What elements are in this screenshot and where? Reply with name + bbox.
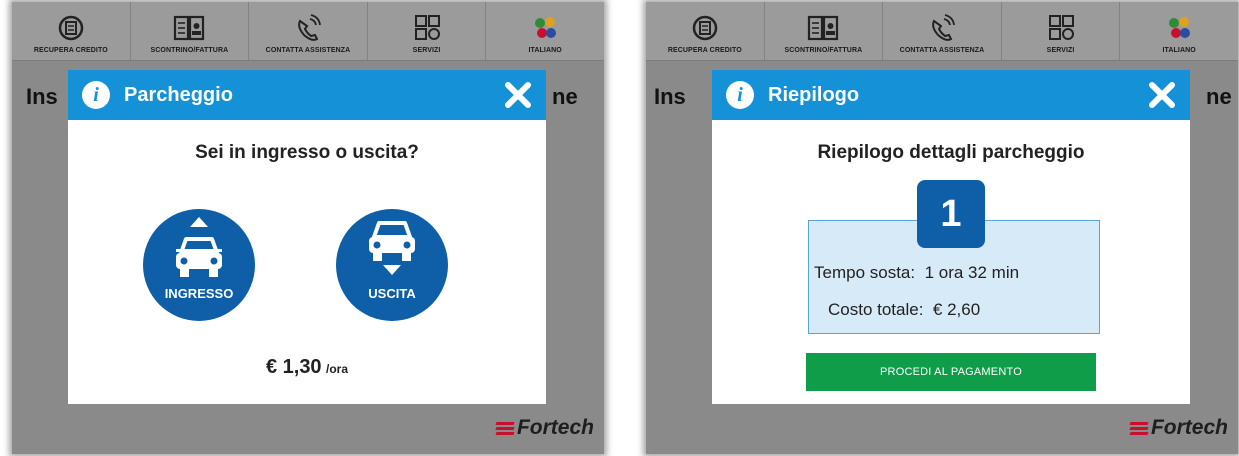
fortech-logo: Fortech xyxy=(1129,416,1228,440)
cost-label: Costo totale: xyxy=(828,300,924,319)
brand-name: Fortech xyxy=(516,416,594,439)
car-exit-icon xyxy=(369,221,415,275)
menu-label: SCONTRINO/FATTURA xyxy=(784,47,863,54)
top-menu-bar: RECUPERA CREDITO SCONTRINO/FATTURA CONTA… xyxy=(646,2,1238,61)
kiosk-screen-parking: RECUPERA CREDITO SCONTRINO/FATTURA CONTA… xyxy=(12,2,604,454)
brand-name: Fortech xyxy=(1150,416,1228,439)
dialog-title: Riepilogo xyxy=(768,83,860,106)
menu-label: RECUPERA CREDITO xyxy=(33,47,108,54)
info-icon: i xyxy=(82,81,110,109)
language-flags-icon xyxy=(1169,17,1191,38)
dialog-title: Parcheggio xyxy=(124,83,233,106)
cost-value: € 2,60 xyxy=(932,300,981,319)
close-icon[interactable] xyxy=(1146,79,1178,111)
price-amount: € 1,30 xyxy=(265,356,322,378)
recover-credit-icon xyxy=(692,15,718,41)
info-icon: i xyxy=(726,81,754,109)
hourly-price: € 1,30 /ora xyxy=(68,356,546,379)
menu-label: ITALIANO xyxy=(1162,47,1196,54)
menu-label: SCONTRINO/FATTURA xyxy=(150,47,229,54)
menu-language[interactable]: ITALIANO xyxy=(486,2,604,60)
dialog-header: i Riepilogo xyxy=(712,70,1190,120)
time-value: 1 ora 32 min xyxy=(924,263,1020,282)
menu-label: SERVIZI xyxy=(1046,47,1075,54)
menu-label: RECUPERA CREDITO xyxy=(667,47,742,54)
ingresso-label: INGRESSO xyxy=(164,286,234,301)
receipt-invoice-icon xyxy=(174,15,205,41)
menu-label: CONTATTA ASSISTENZA xyxy=(265,47,351,54)
menu-label: CONTATTA ASSISTENZA xyxy=(899,47,985,54)
cost-row: Costo totale: € 2,60 xyxy=(828,300,980,320)
time-row: Tempo sosta: 1 ora 32 min xyxy=(814,263,1019,283)
price-unit: /ora xyxy=(326,362,349,376)
phone-assistance-icon xyxy=(932,14,955,41)
menu-label: SERVIZI xyxy=(412,47,441,54)
parking-number-badge: 1 xyxy=(917,180,985,248)
services-grid-icon xyxy=(1048,15,1074,40)
menu-scontrino-fattura[interactable]: SCONTRINO/FATTURA xyxy=(765,2,884,60)
menu-recupera-credito[interactable]: RECUPERA CREDITO xyxy=(12,2,131,60)
background-title-left: Ins xyxy=(26,84,58,109)
close-icon[interactable] xyxy=(502,79,534,111)
menu-contatta-assistenza[interactable]: CONTATTA ASSISTENZA xyxy=(883,2,1002,60)
menu-label: ITALIANO xyxy=(528,47,562,54)
time-label: Tempo sosta: xyxy=(814,263,916,282)
menu-contatta-assistenza[interactable]: CONTATTA ASSISTENZA xyxy=(249,2,368,60)
ingresso-button[interactable]: INGRESSO xyxy=(143,209,255,321)
fortech-logo-mark xyxy=(495,420,515,437)
menu-servizi[interactable]: SERVIZI xyxy=(368,2,487,60)
background-title-right: ne xyxy=(1206,84,1232,109)
menu-language[interactable]: ITALIANO xyxy=(1120,2,1238,60)
fortech-logo-mark xyxy=(1129,420,1149,437)
entry-exit-question: Sei in ingresso o uscita? xyxy=(195,142,419,163)
parking-dialog: i Parcheggio Sei in ingresso o uscita? I… xyxy=(68,70,546,404)
menu-servizi[interactable]: SERVIZI xyxy=(1002,2,1121,60)
menu-recupera-credito[interactable]: RECUPERA CREDITO xyxy=(646,2,765,60)
summary-subtitle: Riepilogo dettagli parcheggio xyxy=(817,142,1085,163)
phone-assistance-icon xyxy=(298,14,321,41)
menu-scontrino-fattura[interactable]: SCONTRINO/FATTURA xyxy=(131,2,250,60)
procedi-pagamento-button[interactable]: PROCEDI AL PAGAMENTO xyxy=(806,353,1096,391)
uscita-label: USCITA xyxy=(368,286,416,301)
fortech-logo: Fortech xyxy=(495,416,594,440)
uscita-button[interactable]: USCITA xyxy=(336,209,448,321)
recover-credit-icon xyxy=(58,15,84,41)
dialog-header: i Parcheggio xyxy=(68,70,546,120)
background-title-left: Ins xyxy=(654,84,686,109)
language-flags-icon xyxy=(535,17,557,38)
kiosk-screen-summary: RECUPERA CREDITO SCONTRINO/FATTURA CONTA… xyxy=(646,2,1238,454)
car-entry-icon xyxy=(176,217,222,277)
background-title-right: ne xyxy=(552,84,578,109)
receipt-invoice-icon xyxy=(808,15,839,41)
services-grid-icon xyxy=(414,15,440,40)
top-menu-bar: RECUPERA CREDITO SCONTRINO/FATTURA CONTA… xyxy=(12,2,604,61)
summary-dialog: i Riepilogo Riepilogo dettagli parcheggi… xyxy=(712,70,1190,404)
